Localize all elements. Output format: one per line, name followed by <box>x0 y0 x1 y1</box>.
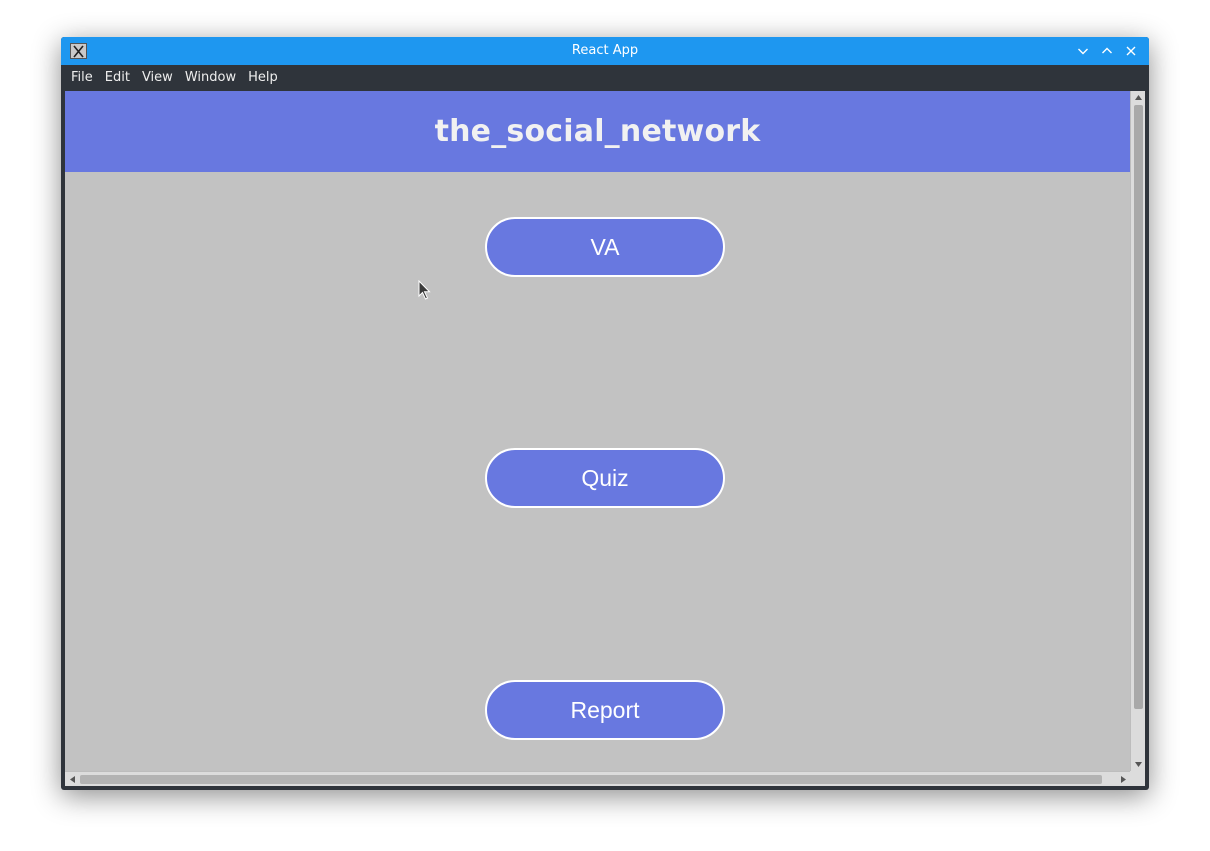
report-button[interactable]: Report <box>485 680 725 740</box>
app-window: React App File Edit View Window Help the… <box>61 37 1149 790</box>
horizontal-scrollbar[interactable] <box>65 771 1130 786</box>
scroll-left-icon[interactable] <box>65 772 79 786</box>
scroll-up-icon[interactable] <box>1131 91 1145 104</box>
vertical-scroll-thumb[interactable] <box>1134 105 1143 709</box>
scroll-down-icon[interactable] <box>1131 758 1145 771</box>
app-header: the_social_network <box>65 91 1130 172</box>
maximize-icon[interactable] <box>1099 43 1115 59</box>
close-icon[interactable] <box>1123 43 1139 59</box>
window-title: React App <box>571 43 639 58</box>
title-bar[interactable]: React App <box>61 37 1149 65</box>
mouse-pointer-icon <box>418 279 432 302</box>
scroll-right-icon[interactable] <box>1116 772 1130 786</box>
menu-bar: File Edit View Window Help <box>61 65 1149 91</box>
minimize-icon[interactable] <box>1075 43 1091 59</box>
page-title: the_social_network <box>434 114 761 149</box>
scrollbar-corner <box>1130 771 1145 786</box>
main-content: VA Quiz Report <box>65 172 1130 771</box>
horizontal-scroll-thumb[interactable] <box>80 775 1102 784</box>
menu-help[interactable]: Help <box>242 65 284 91</box>
vertical-scrollbar[interactable] <box>1130 91 1145 771</box>
page-viewport: the_social_network VA Quiz Report <box>65 91 1145 786</box>
menu-view[interactable]: View <box>136 65 179 91</box>
va-button[interactable]: VA <box>485 217 725 277</box>
menu-window[interactable]: Window <box>179 65 242 91</box>
quiz-button[interactable]: Quiz <box>485 448 725 508</box>
menu-file[interactable]: File <box>65 65 99 91</box>
menu-edit[interactable]: Edit <box>99 65 136 91</box>
